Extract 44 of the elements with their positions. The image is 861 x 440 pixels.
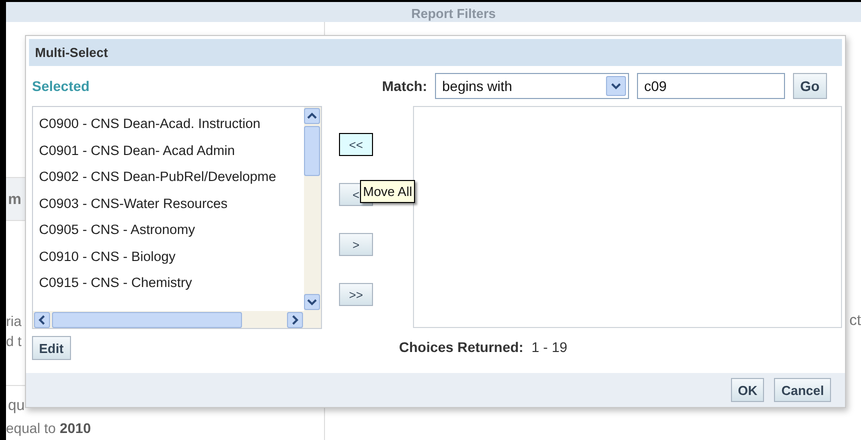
dialog-title: Multi-Select	[29, 39, 842, 66]
chevron-down-icon	[307, 297, 317, 307]
choices-count: 1 - 19	[531, 339, 568, 355]
chevron-up-icon	[307, 111, 317, 121]
filter-text: ria	[6, 313, 22, 329]
chevron-left-icon	[37, 314, 47, 324]
report-title: Report Filters	[411, 6, 496, 22]
filter-text: ct	[849, 312, 861, 331]
move-button[interactable]: >>	[339, 283, 373, 306]
search-field[interactable]: c09	[637, 73, 786, 99]
filter-text: equal to 2010	[6, 420, 91, 436]
selected-list[interactable]: C0900 - CNS Dean-Acad. Instruction C0901 - CNS Dean- Acad Admin C0902 - CNS Dean-PubRel/Developme C0903 - CNS-Water Resources C0905 - CNS - Astronomy C0910 - CNS - Biology C0915 - CNS - Chemistry	[32, 106, 322, 329]
filter-text: d t	[6, 333, 22, 349]
scroll-up-button[interactable]	[304, 108, 320, 124]
list-item[interactable]: C0903 - CNS-Water Resources	[39, 190, 228, 217]
match-dropdown[interactable]: begins with	[435, 73, 630, 99]
go-button[interactable]: Go	[793, 73, 827, 99]
scroll-right-button[interactable]	[287, 312, 303, 328]
choices-list[interactable]	[413, 106, 842, 328]
scroll-thumb[interactable]	[52, 312, 242, 328]
scroll-left-button[interactable]	[34, 312, 50, 328]
list-item[interactable]: C0900 - CNS Dean-Acad. Instruction	[39, 111, 260, 138]
list-item[interactable]: C0902 - CNS Dean-PubRel/Developme	[39, 164, 276, 190]
vertical-scrollbar[interactable]	[304, 107, 321, 311]
move-button[interactable]: <<	[339, 133, 373, 156]
cancel-button[interactable]: Cancel	[774, 378, 831, 402]
list-item[interactable]: C0915 - CNS - Chemistry	[39, 270, 192, 296]
chevron-right-icon	[290, 314, 300, 324]
dropdown-chevron-icon	[606, 76, 626, 96]
horizontal-scrollbar[interactable]	[33, 311, 304, 328]
choices-label: Choices Returned:	[399, 339, 524, 355]
panel-header-text: m	[7, 190, 22, 208]
list-item[interactable]: C0901 - CNS Dean- Acad Admin	[39, 138, 235, 164]
scroll-down-button[interactable]	[304, 294, 320, 310]
move-button[interactable]: >	[339, 233, 373, 256]
scrollbar-corner	[304, 311, 321, 328]
list-item[interactable]: C0905 - CNS - Astronomy	[39, 217, 196, 244]
tooltip: Move All	[360, 180, 416, 203]
list-item[interactable]: C0910 - CNS - Biology	[39, 244, 176, 270]
scroll-thumb[interactable]	[304, 126, 320, 176]
match-label: Match:	[382, 78, 428, 94]
edit-button[interactable]: Edit	[32, 336, 71, 360]
ok-button[interactable]: OK	[730, 378, 764, 402]
selected-label: Selected	[32, 77, 90, 96]
